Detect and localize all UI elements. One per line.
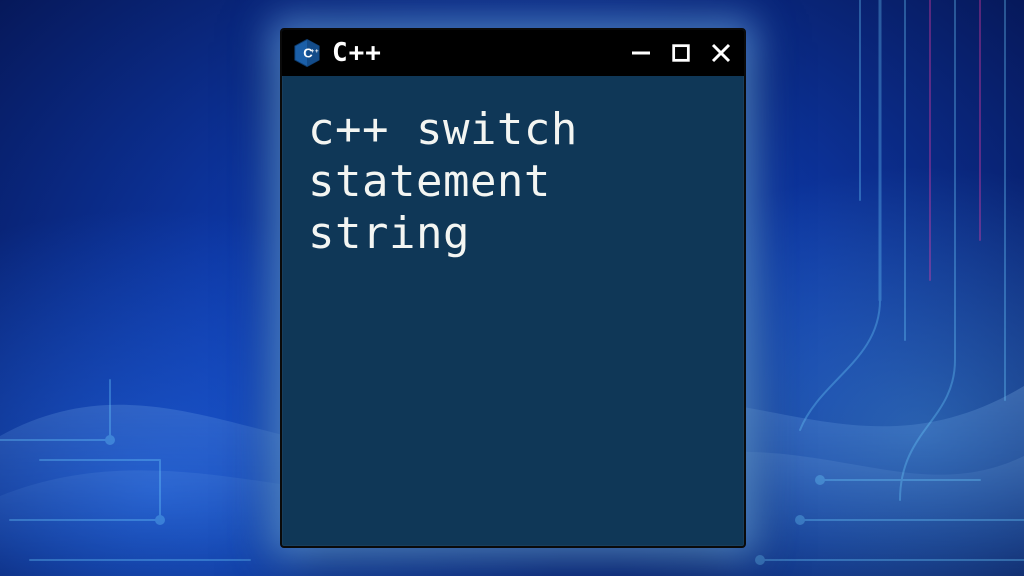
svg-text:+: + bbox=[315, 48, 319, 55]
window-title: C++ bbox=[332, 38, 382, 68]
titlebar: C + + C++ bbox=[282, 30, 744, 76]
svg-text:+: + bbox=[311, 48, 315, 55]
cpp-hex-icon: C + + bbox=[292, 38, 322, 68]
terminal-window: C + + C++ bbox=[280, 28, 746, 548]
maximize-button[interactable] bbox=[668, 40, 694, 66]
close-button[interactable] bbox=[708, 40, 734, 66]
minimize-button[interactable] bbox=[628, 40, 654, 66]
window-controls bbox=[628, 40, 734, 66]
terminal-body-text: c++ switch statement string bbox=[282, 76, 744, 280]
background-stage: C + + C++ bbox=[0, 0, 1024, 576]
